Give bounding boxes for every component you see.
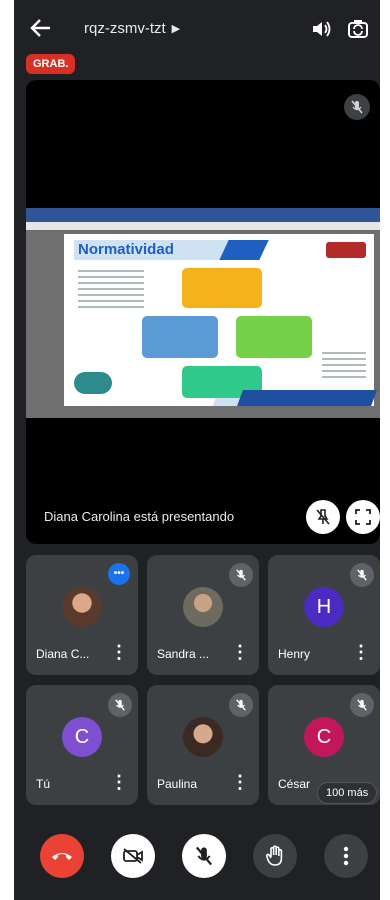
call-controls: [14, 822, 380, 900]
more-vert-icon[interactable]: ⋮: [231, 643, 249, 661]
fullscreen-icon[interactable]: [346, 500, 380, 534]
participant-name: César: [278, 777, 311, 791]
avatar: [62, 587, 102, 627]
top-bar: rqz-zsmv-tzt ▶: [14, 0, 380, 56]
slide-title-accent: [219, 240, 269, 260]
avatar: C: [62, 717, 102, 757]
participant-name: Diana C...: [36, 647, 90, 661]
avatar: H: [304, 587, 344, 627]
slide-text-block: [322, 352, 366, 378]
more-vert-icon: [343, 846, 349, 866]
switch-camera-icon[interactable]: [346, 17, 370, 41]
participant-tile[interactable]: C Tú ⋮: [26, 685, 138, 805]
mic-off-icon: [195, 846, 213, 866]
presentation-slide: Normatividad: [64, 234, 377, 406]
speaking-indicator-icon: •••: [108, 563, 130, 585]
pin-off-icon[interactable]: [306, 500, 340, 534]
slide-app-titlebar: [26, 208, 380, 222]
slide-app-ribbon: [26, 222, 380, 230]
mic-off-icon: [108, 693, 132, 717]
more-vert-icon[interactable]: ⋮: [352, 643, 370, 661]
raise-hand-icon: [266, 845, 283, 866]
slide-logo: [326, 242, 366, 258]
slide-footer-bar: [237, 390, 377, 406]
mic-off-icon: [344, 94, 370, 120]
avatar: C: [304, 717, 344, 757]
more-vert-icon[interactable]: ⋮: [110, 643, 128, 661]
meeting-code-text: rqz-zsmv-tzt: [84, 20, 166, 37]
participant-name: Sandra ...: [157, 647, 210, 661]
back-arrow-icon[interactable]: [30, 18, 56, 40]
participant-name: Tú: [36, 777, 51, 791]
end-call-button[interactable]: [40, 834, 84, 878]
participant-name: Henry: [278, 647, 311, 661]
mic-off-icon: [350, 563, 374, 587]
camera-toggle-button[interactable]: [111, 834, 155, 878]
slide-box-blue: [142, 316, 218, 358]
presentation-stage[interactable]: Normatividad Diana Carolina está present…: [26, 80, 380, 544]
more-participants-chip[interactable]: 100 más: [317, 782, 378, 804]
avatar: [183, 717, 223, 757]
participant-tile[interactable]: Sandra ... ⋮: [147, 555, 259, 675]
avatar: [183, 587, 223, 627]
participant-tile[interactable]: H Henry ⋮: [268, 555, 380, 675]
speaker-icon[interactable]: [310, 18, 334, 40]
slide-left-logo: [74, 372, 112, 394]
slide-box-green: [236, 316, 312, 358]
slide-text-block: [78, 270, 144, 308]
more-vert-icon[interactable]: ⋮: [231, 773, 249, 791]
end-call-icon: [52, 853, 72, 860]
camera-off-icon: [123, 848, 143, 864]
mic-off-icon: [229, 693, 253, 717]
chevron-right-icon: ▶: [171, 23, 181, 35]
more-options-button[interactable]: [324, 834, 368, 878]
more-vert-icon[interactable]: ⋮: [110, 773, 128, 791]
meeting-code[interactable]: rqz-zsmv-tzt ▶: [84, 20, 180, 37]
presenting-label: Diana Carolina está presentando: [44, 509, 235, 524]
participant-name: Paulina: [157, 777, 198, 791]
participant-tile[interactable]: ••• Diana C... ⋮: [26, 555, 138, 675]
meet-screen: rqz-zsmv-tzt ▶ GRAB. Normatividad Diana …: [14, 0, 380, 900]
mic-toggle-button[interactable]: [182, 834, 226, 878]
mic-off-icon: [350, 693, 374, 717]
mic-off-icon: [229, 563, 253, 587]
slide-title: Normatividad: [74, 240, 238, 260]
participant-tile[interactable]: Paulina ⋮: [147, 685, 259, 805]
recording-badge: GRAB.: [26, 54, 76, 74]
shared-screen: Normatividad: [26, 208, 380, 418]
raise-hand-button[interactable]: [253, 834, 297, 878]
slide-box-orange: [182, 268, 262, 308]
